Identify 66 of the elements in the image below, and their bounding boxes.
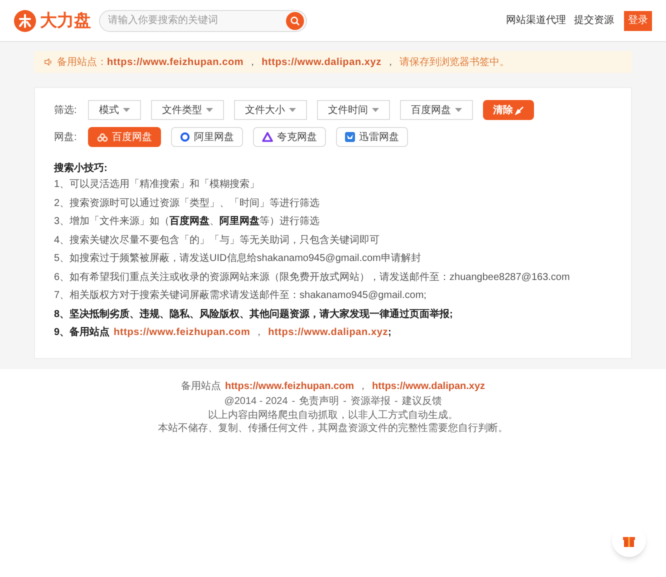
tip-text: 7、相关版权方对于搜索关键词屏蔽需求请发送邮件至：shakanamo945@gmail.com; — [54, 288, 428, 303]
disk-tab[interactable]: 阿里网盘 — [171, 127, 243, 147]
nav-link[interactable]: 提交资源 — [574, 13, 614, 28]
search-input[interactable]: 请输入你要搜索的关键词 — [108, 13, 286, 28]
logo-text[interactable]: 大力盘 — [40, 8, 91, 34]
broom-icon — [515, 106, 524, 114]
separator: ， — [385, 56, 396, 70]
separator: ， — [248, 56, 258, 70]
filter-dropdown[interactable]: 模式 — [88, 100, 141, 120]
nav-link[interactable]: 网站渠道代理 — [506, 13, 566, 28]
filter-label: 筛选: — [54, 104, 78, 118]
caret-icon — [372, 108, 379, 112]
disk-tab[interactable]: 百度网盘 — [88, 127, 161, 147]
caret-icon — [123, 108, 130, 112]
bird-icon — [345, 132, 355, 142]
clear-button[interactable]: 清除 — [483, 100, 534, 120]
ring-icon — [180, 132, 190, 142]
disk-tab[interactable]: 夸克网盘 — [253, 127, 326, 147]
search-field[interactable]: 请输入你要搜索的关键词 — [99, 10, 307, 32]
caret-icon — [455, 108, 462, 112]
disk-tab[interactable]: 迅雷网盘 — [336, 127, 408, 147]
footer-text: 以上内容由网络爬虫自动抓取，以非人工方式自动生成。 — [208, 408, 458, 422]
tip-text: 6、如有希望我们重点关注或收录的资源网站来源（限免费开放式网站），请发送邮件至：zhuangbee8287@163.com — [54, 270, 571, 284]
caret-icon — [206, 108, 213, 112]
site-link[interactable]: https://www.dalipan.xyz — [268, 324, 388, 342]
search-button[interactable] — [286, 12, 304, 30]
speaker-icon — [44, 58, 53, 66]
filter-dropdown[interactable]: 文件类型 — [151, 100, 224, 120]
tip-text: 1、可以灵活选用「精准搜索」和「模糊搜索」 — [54, 178, 261, 192]
site-link[interactable]: https://www.feizhupan.com — [114, 324, 250, 342]
footer-link[interactable]: 建议反馈 — [402, 394, 442, 408]
tip-text: 9、备用站点 — [54, 326, 110, 340]
login-button[interactable]: 登录 — [624, 10, 652, 30]
footer-text: 本站不储存、复制、传播任何文件，其网盘资源文件的完整性需要您自行判断。 — [158, 422, 508, 434]
cloud-icon — [97, 132, 108, 142]
filter-dropdown[interactable]: 文件时间 — [317, 100, 390, 120]
dash: - — [394, 394, 398, 408]
notice-text: 请保存到浏览器书签中。 — [399, 56, 510, 70]
footer-link[interactable]: 资源举报 — [350, 394, 390, 408]
tip-text: 2、搜索资源时可以通过资源「类型」、「时间」等进行筛选 — [54, 196, 321, 210]
tip-text: 3、增加「文件来源」如（百度网盘、阿里网盘等）进行筛选 — [54, 214, 321, 229]
caret-icon — [289, 108, 296, 112]
separator: ， — [254, 326, 264, 340]
filter-dropdown[interactable]: 百度网盘 — [400, 100, 473, 120]
tips-title: 搜索小技巧: — [54, 162, 108, 176]
triangle-icon — [262, 132, 273, 142]
site-link[interactable]: https://www.dalipan.xyz — [262, 54, 382, 70]
footer-link[interactable]: 免责声明 — [299, 394, 340, 408]
site-link[interactable]: https://www.dalipan.xyz — [372, 378, 486, 394]
site-link[interactable]: https://www.feizhupan.com — [224, 378, 354, 394]
search-icon — [290, 16, 300, 26]
footer-label: 备用站点 — [180, 380, 221, 394]
tip-text: 5、如搜索过于频繁被屏蔽，请发送UID信息给shakanamo945@gmail.com申请解封 — [54, 252, 422, 266]
logo-icon — [14, 10, 36, 32]
filter-dropdown[interactable]: 文件大小 — [234, 100, 307, 120]
disk-label: 网盘: — [54, 130, 78, 144]
site-link[interactable]: https://www.feizhupan.com — [107, 54, 244, 70]
semicolon: ; — [388, 326, 392, 340]
tip-text: 4、搜索关键次尽量不要包含「的」「与」等无关助词，只包含关键词即可 — [54, 234, 381, 248]
dash: - — [292, 394, 296, 408]
separator: ， — [358, 380, 368, 394]
gift-button[interactable] — [612, 523, 646, 557]
notice-label: 备用站点： — [57, 56, 107, 70]
copyright-text: @2014 - 2024 — [224, 394, 288, 408]
dash: - — [343, 394, 346, 408]
tip-text: 8、坚决抵制劣质、违规、隐私、风险版权、其他问题资源，请大家发现一律通过页面举报; — [54, 307, 454, 322]
